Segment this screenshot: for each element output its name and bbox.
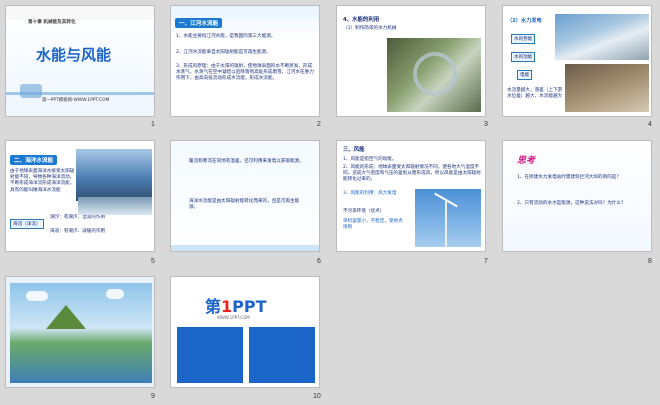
generator-photo [565,64,649,112]
point-3: 3、风能的利用：风力发电 [343,191,397,196]
slide-subtitle: （1）制作简单的水力机械 [343,26,397,31]
ppt-logo: 第1PPT [205,297,267,316]
slide-header: 思考 [517,156,536,166]
label-potential: 水的势能 [511,34,536,44]
question-1: 1、在修建水力发电站时需建筑拦河大坝的目的是？ [517,175,621,180]
logo-subtitle: WWW.1PPT.COM [217,315,250,320]
point-1: 1、风能是指空气的动能。 [343,157,397,162]
slide-thumb-10[interactable]: 第1PPT WWW.1PPT.COM [170,276,320,388]
slide-number: 1 [151,121,155,128]
point-1: 暖流和寒流在同地有温差，还可利用来发电以获取能源。 [189,159,304,164]
slide-number: 6 [317,258,321,265]
slide-thumb-2[interactable]: 一、江河水流能 1、水能主要指江河水能，是我国的第三大能源。 2、江河水流能来自… [170,5,320,117]
line-2: 海浪：有潮汐、减缓的作用 [50,229,106,234]
slide-number: 3 [484,121,488,128]
slide-number: 10 [313,393,321,400]
label-electric: 电能 [517,70,533,80]
point-1: 1、水能主要指江河水能，是我国的第三大能源。 [176,34,276,39]
point-2: 2、江河水流能来自太阳辐射能是可再生能源。 [176,50,271,55]
slide-header: 一、江河水流能 [175,18,223,28]
slide-number: 7 [484,258,488,265]
slide-sorter-grid: 第十章 机械能及其转化 水能与风能 第一PPT模板网-WWW.1PPT.COM … [0,0,660,405]
slide-header: 二、海洋水流能 [10,155,58,165]
chapter-text: 第十章 机械能及其转化 [28,20,76,25]
footer-text: 第一PPT模板网-WWW.1PPT.COM [42,98,110,103]
wind-turbine-photo [415,189,481,247]
slide-thumb-9[interactable] [5,276,155,388]
slide-number: 4 [648,121,652,128]
slide-number: 5 [151,258,155,265]
slide-thumb-4[interactable]: （2）水力发电 水的势能 水的动能 电能 水流量越大，落差（上下游水位差）越大，… [502,5,652,117]
slide-number: 9 [151,393,155,400]
info-panel-right [249,327,315,383]
line-1: 潮汐：有潮汐、湿润的作用 [50,215,106,220]
question-2: 2、只有流动的水才是能源，这种说法对吗？为什么？ [517,201,626,206]
slide-thumb-1[interactable]: 第十章 机械能及其转化 水能与风能 第一PPT模板网-WWW.1PPT.COM [5,5,155,117]
info-panel-left [177,327,243,383]
label-kinetic: 水的动能 [511,52,536,62]
slide-header: 4、水能的利用 [343,17,380,23]
slide-header: （2）水力发电 [507,18,542,24]
point-2: 海洋水流能是由太阳辐射能转化而来的，且是可再生能源。 [189,199,300,211]
coast-photo [76,149,152,201]
slide-header: 三、风能 [343,147,365,153]
dam-photo [555,14,649,60]
point-2: 2、风能的形成：地球表面受太阳辐射情况不同，使各地大气温度不同，造成大气密度和气… [343,165,481,183]
slide-number: 8 [648,258,652,265]
slide-thumb-5[interactable]: 二、海洋水流能 由于地球表面海洋水接受太阳辐射能不同，导致各种海洋流动，不断形成… [5,140,155,252]
point-3: 3、形成的原理：由于太阳的辐射，使地球表面的水不断蒸发，形成水蒸气，水蒸气在空中… [176,64,314,82]
slide-title: 水能与风能 [36,46,112,64]
slide-thumb-6[interactable]: 暖流和寒流在同地有温差，还可利用来发电以获取能源。 海洋水流能是由太阳辐射能转化… [170,140,320,252]
wave-photo [78,197,152,215]
slide-number: 2 [317,121,321,128]
slide-thumb-8[interactable]: 思考 1、在修建水力发电站时需建筑拦河大坝的目的是？ 2、只有流动的水才是能源，… [502,140,652,252]
body-text: 由于地球表面海洋水接受太阳辐射能不同，导致各种海洋流动，不断形成海洋流形成海洋流… [10,169,75,193]
caption: 水流量越大，落差（上下游水位差）越大，水流能越大 [507,88,563,100]
slide-thumb-3[interactable]: 4、水能的利用 （1）制作简单的水力机械 [336,5,486,117]
slide-thumb-7[interactable]: 三、风能 1、风能是指空气的动能。 2、风能的形成：地球表面受太阳辐射情况不同，… [336,140,486,252]
tag-ocean-current: 海流（洋流） [10,219,44,229]
point-4: 不污染环境（优点） [343,209,385,214]
point-5: 单机容量小，不稳定，受地点限制 [343,219,403,231]
